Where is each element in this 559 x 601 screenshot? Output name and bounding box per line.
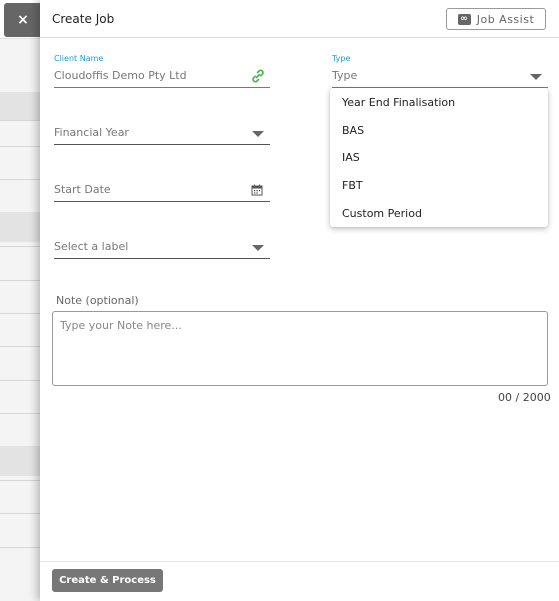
start-date-placeholder: Start Date [54,183,111,196]
type-option-ias[interactable]: IAS [330,144,548,171]
background-row [0,146,40,147]
background-row [0,413,40,414]
client-name-value: Cloudoffis Demo Pty Ltd [54,69,187,82]
background-row [0,346,40,347]
note-label: Note (optional) [56,294,139,307]
label-select-placeholder: Select a label [54,240,129,253]
background-row-band [0,446,40,476]
link-icon[interactable] [251,69,265,83]
financial-year-placeholder: Financial Year [54,126,129,139]
client-name-field[interactable]: Client Name Cloudoffis Demo Pty Ltd [54,52,270,88]
calendar-icon[interactable] [251,184,263,196]
background-row [0,480,40,481]
financial-year-underline [54,144,270,145]
type-option-year-end-finalisation[interactable]: Year End Finalisation [330,89,548,116]
client-name-label: Client Name [54,54,104,63]
background-row-band [0,92,40,120]
background-row [0,280,40,281]
start-date-field[interactable]: Start Date [54,175,270,202]
infinity-icon: ∞ [457,13,471,25]
note-placeholder: Type your Note here... [60,319,182,332]
chevron-down-icon [252,245,264,251]
background-row [0,380,40,381]
background-row [0,313,40,314]
footer-divider [40,561,559,562]
client-name-underline [54,87,270,88]
chevron-down-icon [252,131,264,137]
panel-header: Create Job ∞ Job Assist [40,0,559,38]
financial-year-select[interactable]: Financial Year [54,118,270,145]
close-icon: × [17,12,29,28]
type-placeholder: Type [332,69,358,82]
job-assist-button[interactable]: ∞ Job Assist [446,8,546,30]
type-option-custom-period[interactable]: Custom Period [330,200,548,227]
create-and-process-button[interactable]: Create & Process [52,569,163,592]
background-row [0,120,40,121]
background-row [0,246,40,247]
type-dropdown-menu: Year End Finalisation BAS IAS FBT Custom… [330,88,548,227]
close-button[interactable]: × [4,3,42,37]
type-option-fbt[interactable]: FBT [330,172,548,199]
type-select[interactable]: Type Type [332,52,548,88]
type-label: Type [332,54,351,63]
job-assist-label: Job Assist [476,12,535,26]
start-date-underline [54,201,270,202]
panel-title: Create Job [52,12,115,26]
background-row-band [0,212,40,242]
label-select-underline [54,258,270,259]
type-option-bas[interactable]: BAS [330,117,548,144]
background-row [0,547,40,548]
background-row [0,179,40,180]
create-job-panel: Create Job ∞ Job Assist Client Name Clou… [40,0,559,601]
note-char-counter: 00 / 2000 [498,391,551,404]
label-select[interactable]: Select a label [54,232,270,259]
chevron-down-icon [530,74,542,80]
note-textarea[interactable]: Type your Note here... [52,311,548,386]
background-row [0,513,40,514]
